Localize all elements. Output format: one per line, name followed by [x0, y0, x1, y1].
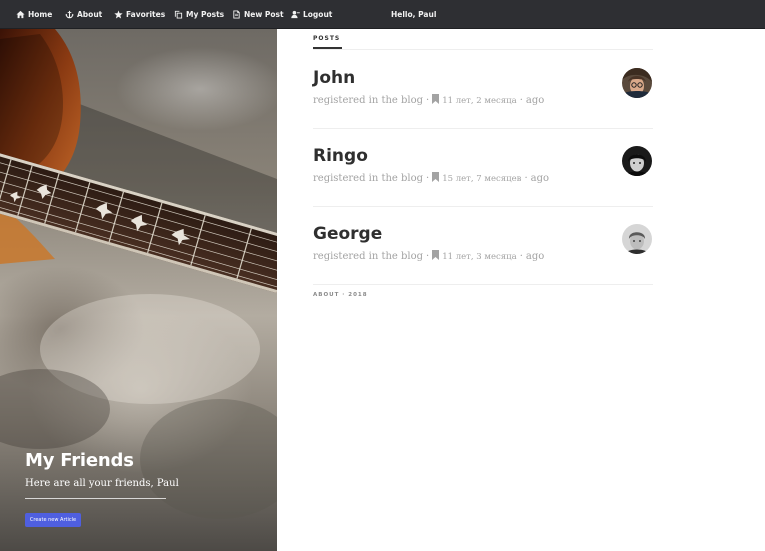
bookmark-icon [432, 250, 440, 260]
post-meta-duration: 11 лет, 3 месяца [442, 252, 517, 262]
post-title-john[interactable]: John [313, 68, 355, 88]
post-meta-duration: 11 лет, 2 месяца [442, 96, 517, 106]
hero-subtitle: Here are all your friends, Paul [25, 478, 179, 489]
nav-new-post-label: New Post [244, 10, 284, 19]
user-greeting: Hello, Paul [391, 10, 437, 19]
create-article-button[interactable]: Create new Article [25, 513, 81, 527]
post-meta-suffix: ago [530, 173, 550, 184]
post-meta-duration: 15 лет, 7 месяцев [442, 174, 522, 184]
bookmark-icon [432, 172, 440, 182]
divider [313, 49, 653, 50]
avatar-image-george [622, 224, 652, 254]
post-meta-suffix: ago [525, 251, 545, 262]
nav-my-posts-label: My Posts [186, 10, 225, 19]
post-meta-suffix: ago [525, 95, 545, 106]
post-title-george[interactable]: George [313, 224, 382, 244]
guitar-image [0, 29, 277, 519]
anchor-icon [65, 10, 74, 19]
divider [313, 206, 653, 207]
post-meta-prefix: registered in the blog [313, 173, 424, 184]
post-meta-prefix: registered in the blog [313, 95, 424, 106]
avatar-image-ringo [622, 146, 652, 176]
avatar[interactable] [622, 146, 652, 176]
top-navbar: Home About Favorites My Posts New Post L… [0, 0, 765, 29]
avatar[interactable] [622, 68, 652, 98]
section-label: POSTS [313, 35, 341, 42]
avatar[interactable] [622, 224, 652, 254]
home-icon [16, 10, 25, 19]
nav-favorites-label: Favorites [126, 10, 166, 19]
file-icon [233, 10, 240, 19]
post-meta-prefix: registered in the blog [313, 251, 424, 262]
hero-panel: My Friends Here are all your friends, Pa… [0, 29, 277, 551]
post-meta: registered in the blog · 15 лет, 7 месяцев… [313, 172, 550, 184]
post-title-ringo[interactable]: Ringo [313, 146, 368, 166]
post-meta: registered in the blog · 11 лет, 3 месяца ·… [313, 250, 545, 262]
nav-about-label: About [77, 10, 103, 19]
footer-about: ABOUT · 2018 [313, 292, 368, 298]
divider [313, 128, 653, 129]
nav-logout-label: Logout [303, 10, 333, 19]
post-meta: registered in the blog · 11 лет, 2 месяца ·… [313, 94, 545, 106]
avatar-image-john [622, 68, 652, 98]
copy-icon [174, 10, 183, 19]
star-icon [114, 10, 123, 19]
hero-title: My Friends [25, 450, 134, 471]
user-remove-icon [291, 10, 300, 19]
bookmark-icon [432, 94, 440, 104]
nav-home-label: Home [28, 10, 53, 19]
hero-divider [25, 498, 166, 499]
divider [313, 284, 653, 285]
